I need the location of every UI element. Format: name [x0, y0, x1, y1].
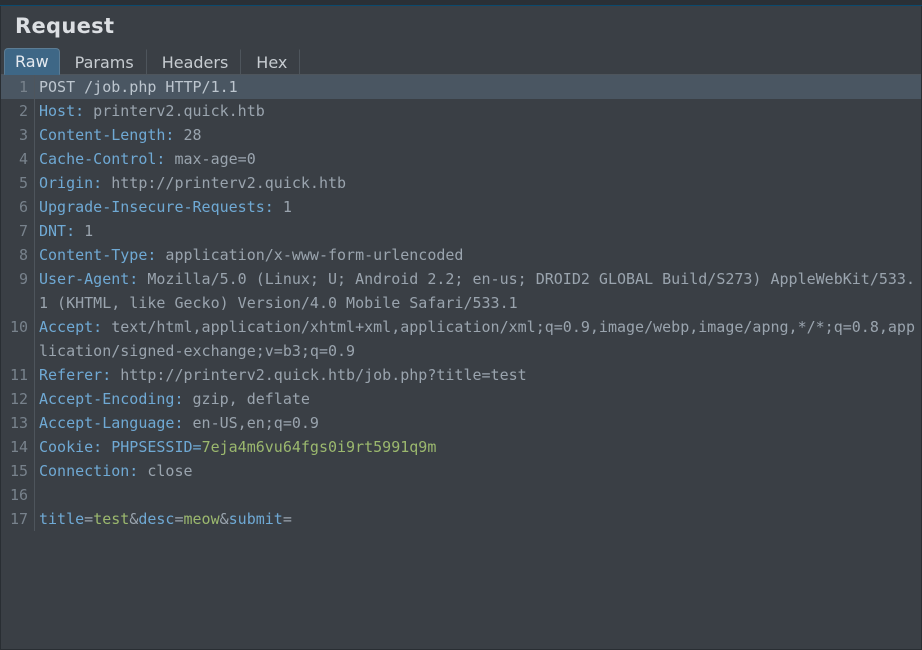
- line-content[interactable]: title=test&desc=meow&submit=: [35, 507, 921, 531]
- line-content[interactable]: Accept-Encoding: gzip, deflate: [35, 387, 921, 411]
- request-editor[interactable]: 1POST /job.php HTTP/1.12Host: printerv2.…: [1, 75, 921, 531]
- line-number: 14: [1, 435, 35, 459]
- editor-line[interactable]: 6Upgrade-Insecure-Requests: 1: [1, 195, 921, 219]
- line-content[interactable]: Cookie: PHPSESSID=7eja4m6vu64fgs0i9rt599…: [35, 435, 921, 459]
- line-number: 3: [1, 123, 35, 147]
- line-number: 13: [1, 411, 35, 435]
- editor-line[interactable]: 11Referer: http://printerv2.quick.htb/jo…: [1, 363, 921, 387]
- editor-line[interactable]: 9User-Agent: Mozilla/5.0 (Linux; U; Andr…: [1, 267, 921, 315]
- line-number: 17: [1, 507, 35, 531]
- line-content[interactable]: DNT: 1: [35, 219, 921, 243]
- editor-line[interactable]: 17title=test&desc=meow&submit=: [1, 507, 921, 531]
- editor-line[interactable]: 5Origin: http://printerv2.quick.htb: [1, 171, 921, 195]
- tab-hex[interactable]: Hex: [243, 49, 300, 75]
- line-content[interactable]: Cache-Control: max-age=0: [35, 147, 921, 171]
- line-number: 6: [1, 195, 35, 219]
- tab-raw[interactable]: Raw: [4, 48, 60, 75]
- line-number: 11: [1, 363, 35, 387]
- editor-line[interactable]: 8Content-Type: application/x-www-form-ur…: [1, 243, 921, 267]
- line-content[interactable]: Origin: http://printerv2.quick.htb: [35, 171, 921, 195]
- line-number: 10: [1, 315, 35, 363]
- editor-line[interactable]: 16: [1, 483, 921, 507]
- line-content[interactable]: Host: printerv2.quick.htb: [35, 99, 921, 123]
- line-content[interactable]: Content-Type: application/x-www-form-url…: [35, 243, 921, 267]
- editor-line[interactable]: 4Cache-Control: max-age=0: [1, 147, 921, 171]
- line-number: 8: [1, 243, 35, 267]
- line-number: 4: [1, 147, 35, 171]
- line-content[interactable]: Referer: http://printerv2.quick.htb/job.…: [35, 363, 921, 387]
- line-content[interactable]: [35, 483, 921, 507]
- request-panel: Request Raw Params Headers Hex 1POST /jo…: [0, 6, 922, 650]
- editor-line[interactable]: 13Accept-Language: en-US,en;q=0.9: [1, 411, 921, 435]
- line-number: 15: [1, 459, 35, 483]
- tab-bar: Raw Params Headers Hex: [1, 48, 921, 75]
- line-number: 9: [1, 267, 35, 315]
- line-number: 12: [1, 387, 35, 411]
- tab-params[interactable]: Params: [62, 49, 147, 75]
- editor-line[interactable]: 15Connection: close: [1, 459, 921, 483]
- editor-line[interactable]: 1POST /job.php HTTP/1.1: [1, 75, 921, 99]
- line-number: 2: [1, 99, 35, 123]
- editor-line[interactable]: 2Host: printerv2.quick.htb: [1, 99, 921, 123]
- line-content[interactable]: Content-Length: 28: [35, 123, 921, 147]
- line-number: 7: [1, 219, 35, 243]
- line-content[interactable]: Accept: text/html,application/xhtml+xml,…: [35, 315, 921, 363]
- editor-line[interactable]: 12Accept-Encoding: gzip, deflate: [1, 387, 921, 411]
- editor-line[interactable]: 3Content-Length: 28: [1, 123, 921, 147]
- line-number: 1: [1, 75, 35, 99]
- line-content[interactable]: Upgrade-Insecure-Requests: 1: [35, 195, 921, 219]
- line-number: 5: [1, 171, 35, 195]
- line-number: 16: [1, 483, 35, 507]
- line-content[interactable]: Connection: close: [35, 459, 921, 483]
- line-content[interactable]: Accept-Language: en-US,en;q=0.9: [35, 411, 921, 435]
- panel-title: Request: [1, 6, 921, 48]
- editor-line[interactable]: 7DNT: 1: [1, 219, 921, 243]
- editor-line[interactable]: 14Cookie: PHPSESSID=7eja4m6vu64fgs0i9rt5…: [1, 435, 921, 459]
- line-content[interactable]: POST /job.php HTTP/1.1: [35, 75, 921, 99]
- editor-line[interactable]: 10Accept: text/html,application/xhtml+xm…: [1, 315, 921, 363]
- line-content[interactable]: User-Agent: Mozilla/5.0 (Linux; U; Andro…: [35, 267, 921, 315]
- tab-headers[interactable]: Headers: [149, 49, 242, 75]
